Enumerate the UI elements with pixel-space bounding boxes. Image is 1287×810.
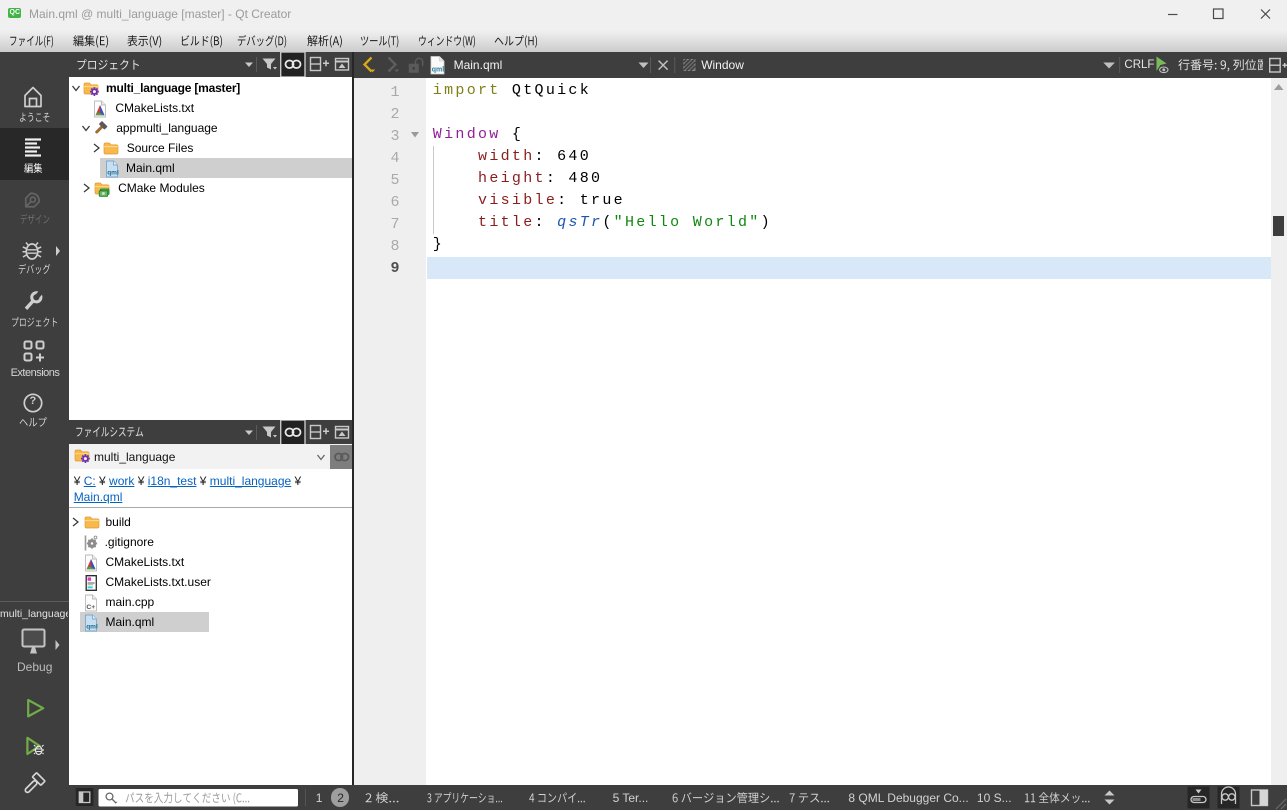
svg-text:qml: qml xyxy=(86,623,98,630)
svg-text:qml: qml xyxy=(432,66,445,73)
svg-text:C+: C+ xyxy=(86,603,95,610)
svg-text:qml: qml xyxy=(107,169,119,176)
